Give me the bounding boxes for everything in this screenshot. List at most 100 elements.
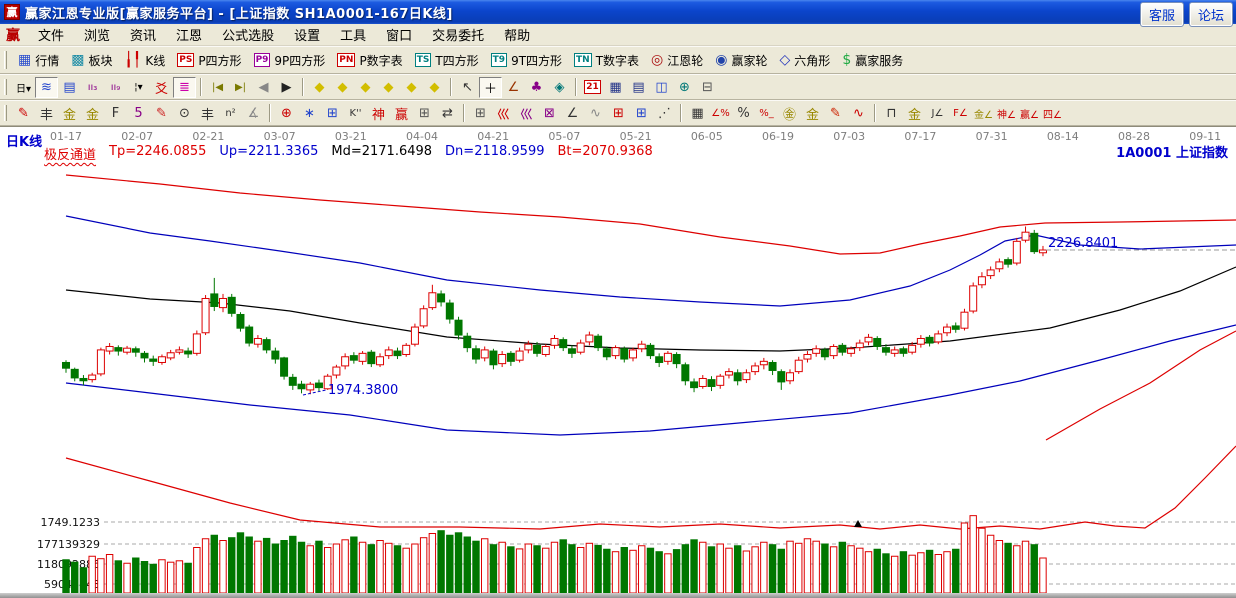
k-quote-button[interactable]: K''	[344, 103, 367, 124]
candle-style-dropdown[interactable]: ¦▾	[127, 77, 150, 98]
kline-button[interactable]: ╽╿K线	[119, 50, 172, 71]
red-figure-button[interactable]: 爻	[150, 77, 173, 98]
diamond-shift-left-button[interactable]: ◆	[308, 77, 331, 98]
gann-box-button[interactable]: ▦	[686, 103, 709, 124]
export-button[interactable]: ⊕	[673, 77, 696, 98]
slash-lines-button[interactable]: ⋰	[653, 103, 676, 124]
gold-underline-button[interactable]: 金	[903, 103, 926, 124]
grid-arrow-button[interactable]: ⊞	[630, 103, 653, 124]
color-histogram-button[interactable]: ≣	[173, 77, 196, 98]
toolbar-grip[interactable]	[4, 105, 7, 122]
bars-9-button[interactable]: ıı₉	[104, 77, 127, 98]
wave-box-button[interactable]: ⊓	[880, 103, 903, 124]
pane-splitter[interactable]	[0, 593, 1236, 598]
last-bar-button[interactable]: ▶|	[229, 77, 252, 98]
crosshair-tool-button[interactable]: ＋	[479, 77, 502, 98]
gold-lines-button[interactable]: 金	[801, 103, 824, 124]
notepad-button[interactable]: ▤	[627, 77, 650, 98]
quotes-button[interactable]: ▦行情	[12, 50, 65, 71]
toolbar-grip[interactable]	[4, 79, 7, 96]
swap-tool-button[interactable]: ⇄	[436, 103, 459, 124]
winner-wheel-button[interactable]: ◉赢家轮	[709, 50, 773, 71]
menu-item-公式选股[interactable]: 公式选股	[212, 27, 284, 46]
calculator-button[interactable]: ▦	[604, 77, 627, 98]
chart-canvas[interactable]: 01-1702-0702-2103-0703-2104-0404-2105-07…	[0, 127, 1236, 598]
t-number-table-button[interactable]: TNT数字表	[568, 50, 645, 71]
menu-item-交易委托[interactable]: 交易委托	[422, 27, 494, 46]
hexagon-button[interactable]: ◇六角形	[774, 50, 837, 71]
percent-line-button[interactable]: %_	[755, 103, 778, 124]
fence-2-button[interactable]: 丰	[196, 103, 219, 124]
menu-item-文件[interactable]: 文件	[28, 27, 74, 46]
box-cross-button[interactable]: ⊞	[469, 103, 492, 124]
menu-item-设置[interactable]: 设置	[284, 27, 330, 46]
grid-tool-button[interactable]: ⊞	[321, 103, 344, 124]
9t-square-button[interactable]: T99T四方形	[485, 50, 568, 71]
shen-fence-button[interactable]: 神	[367, 103, 390, 124]
menu-item-工具[interactable]: 工具	[330, 27, 376, 46]
grid-123-button[interactable]: ⊞	[413, 103, 436, 124]
calendar-button[interactable]: 21	[581, 77, 604, 98]
ying-fence-button[interactable]: 赢	[390, 103, 413, 124]
menu-item-浏览[interactable]: 浏览	[74, 27, 120, 46]
wave-tool-button[interactable]: ∿	[584, 103, 607, 124]
percent-button[interactable]: %	[732, 103, 755, 124]
gold-angle-button[interactable]: 金∠	[972, 103, 995, 124]
si-angle-button[interactable]: 四∠	[1041, 103, 1064, 124]
p-number-table-button[interactable]: PNP数字表	[331, 50, 408, 71]
five-fence-button[interactable]: 5	[127, 103, 150, 124]
next-bar-button[interactable]: ▶	[275, 77, 298, 98]
ying-angle-button[interactable]: 赢∠	[1018, 103, 1041, 124]
save-button[interactable]: ◫	[650, 77, 673, 98]
n-square-button[interactable]: n²	[219, 103, 242, 124]
purple-fan-button[interactable]: 巛	[515, 103, 538, 124]
winner-service-button[interactable]: $赢家服务	[836, 50, 909, 71]
prev-bar-button[interactable]: ◀	[252, 77, 275, 98]
knot-tool-button[interactable]: ◈	[548, 77, 571, 98]
pencil-2-button[interactable]: ✎	[150, 103, 173, 124]
diamond-expand-h-button[interactable]: ◆	[354, 77, 377, 98]
diamond-compress-button[interactable]: ◆	[377, 77, 400, 98]
bars-3-button[interactable]: ıı₃	[81, 77, 104, 98]
f-angle-button[interactable]: F∠	[949, 103, 972, 124]
grid-rb-button[interactable]: ⊞	[607, 103, 630, 124]
menu-item-帮助[interactable]: 帮助	[494, 27, 540, 46]
diamond-expand-v-button[interactable]: ◆	[400, 77, 423, 98]
angle-lines-button[interactable]: ∠	[561, 103, 584, 124]
percent-angle-button[interactable]: ∠%	[709, 103, 732, 124]
menu-item-资讯[interactable]: 资讯	[120, 27, 166, 46]
diamond-expand-all-button[interactable]: ◆	[423, 77, 446, 98]
shen-angle-button[interactable]: 神∠	[995, 103, 1018, 124]
hand-tool-button[interactable]: ↖	[456, 77, 479, 98]
star-tool-button[interactable]: ∗	[298, 103, 321, 124]
angle-measure-button[interactable]: ∠	[502, 77, 525, 98]
pencil-tool-button[interactable]: ✎	[12, 103, 35, 124]
a-angle-button[interactable]: ∡	[242, 103, 265, 124]
clock-tool-button[interactable]: ⊙	[173, 103, 196, 124]
rays-tool-button[interactable]: 巛	[492, 103, 515, 124]
menu-item-江恩[interactable]: 江恩	[166, 27, 212, 46]
customer-service-button[interactable]: 客服	[1140, 2, 1184, 27]
diamond-shift-right-button[interactable]: ◆	[331, 77, 354, 98]
t-square-button[interactable]: TST四方形	[409, 50, 485, 71]
info-doc-button[interactable]: ▤	[58, 77, 81, 98]
purple-box-button[interactable]: ⊠	[538, 103, 561, 124]
red-wave-button[interactable]: ∿	[847, 103, 870, 124]
fence-tool-button[interactable]: 丰	[35, 103, 58, 124]
first-bar-button[interactable]: |◀	[206, 77, 229, 98]
day-period-dropdown[interactable]: 日▾	[12, 77, 35, 98]
overlay-tool-button[interactable]: ≋	[35, 77, 58, 98]
gann-tool-button[interactable]: ♣	[525, 77, 548, 98]
f-fence-button[interactable]: F	[104, 103, 127, 124]
toolbar-grip[interactable]	[4, 51, 7, 69]
9p-square-button[interactable]: P99P四方形	[248, 50, 332, 71]
gold-fence-2-button[interactable]: 金	[81, 103, 104, 124]
p-square-button[interactable]: PSP四方形	[171, 50, 247, 71]
gold-circle-button[interactable]: ㊎	[778, 103, 801, 124]
gann-wheel-button[interactable]: ◎江恩轮	[645, 50, 709, 71]
target-tool-button[interactable]: ⊕	[275, 103, 298, 124]
gold-fence-1-button[interactable]: 金	[58, 103, 81, 124]
j-angle-button[interactable]: J∠	[926, 103, 949, 124]
forum-button[interactable]: 论坛	[1189, 2, 1233, 27]
menu-item-窗口[interactable]: 窗口	[376, 27, 422, 46]
